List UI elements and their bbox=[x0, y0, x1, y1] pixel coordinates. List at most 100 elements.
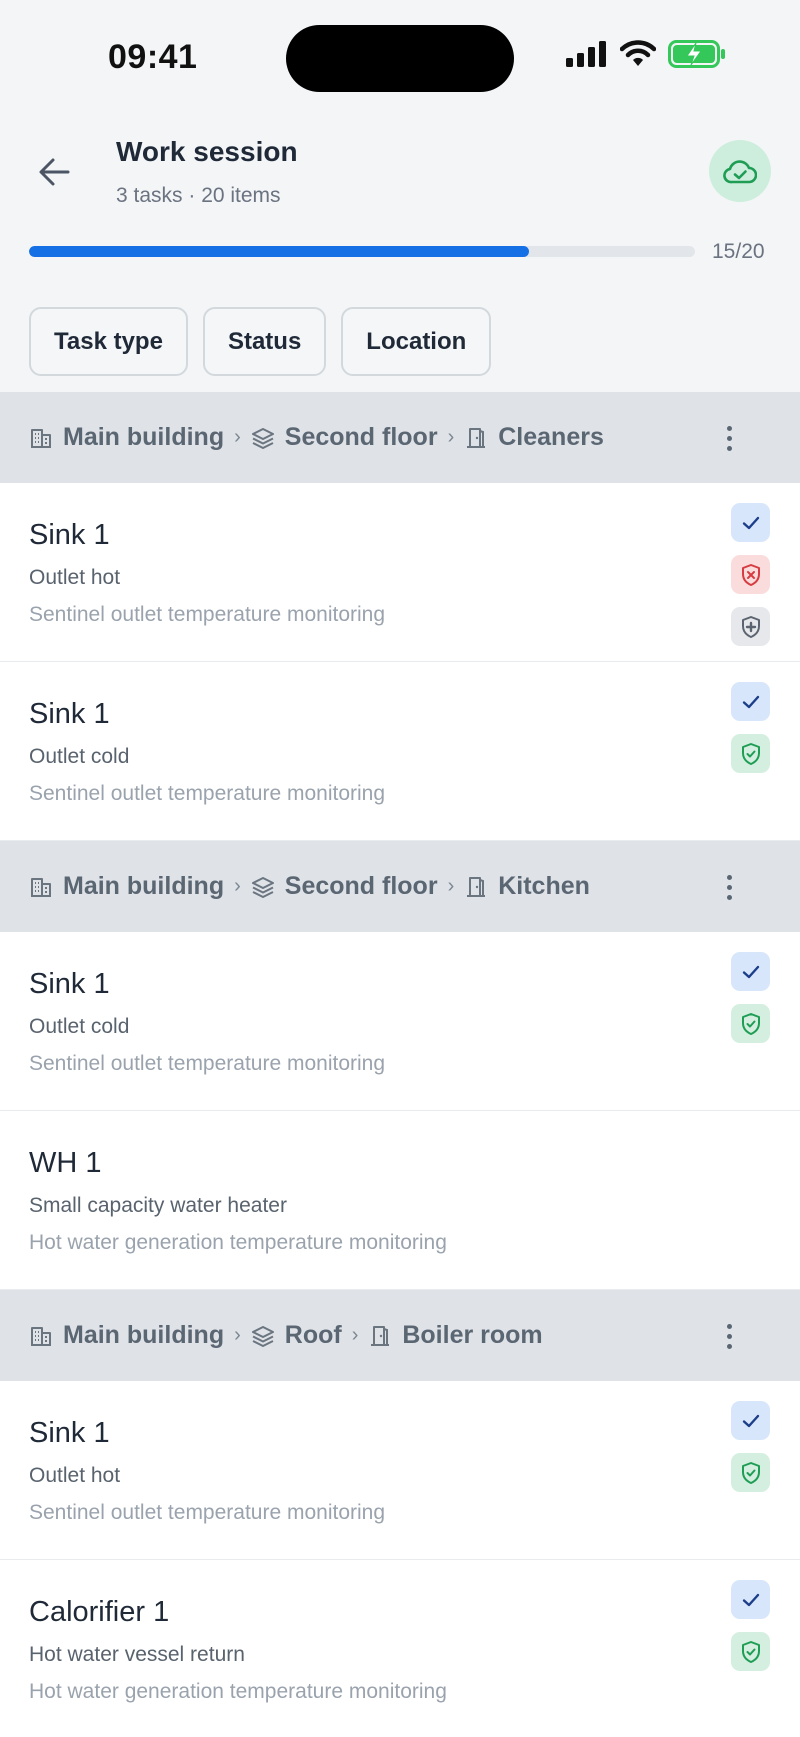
passed-badge[interactable] bbox=[731, 1004, 770, 1043]
status-bar: 09:41 bbox=[0, 0, 800, 118]
shield-check-icon bbox=[740, 1012, 762, 1036]
check-icon bbox=[740, 691, 762, 713]
location-breadcrumb: Main building › Roof › Boiler room bbox=[29, 1321, 543, 1350]
breadcrumb-room: Boiler room bbox=[402, 1321, 543, 1349]
list-item[interactable]: Sink 1 Outlet cold Sentinel outlet tempera… bbox=[0, 932, 800, 1111]
sync-button[interactable] bbox=[709, 140, 771, 202]
passed-badge[interactable] bbox=[731, 1632, 770, 1671]
more-options-button[interactable] bbox=[715, 869, 743, 905]
shield-check-icon bbox=[740, 1640, 762, 1664]
item-name: Sink 1 bbox=[29, 1417, 110, 1449]
checked-badge[interactable] bbox=[731, 1580, 770, 1619]
signal-icon bbox=[566, 41, 608, 72]
breadcrumb-building: Main building bbox=[63, 1321, 225, 1349]
checked-badge[interactable] bbox=[731, 952, 770, 991]
shield-check-icon bbox=[740, 1461, 762, 1485]
layers-icon bbox=[251, 875, 275, 899]
progress-label: 15/20 bbox=[712, 240, 765, 263]
shield-plus-icon bbox=[740, 615, 762, 639]
check-icon bbox=[740, 1410, 762, 1432]
item-name: Sink 1 bbox=[29, 698, 110, 730]
item-task: Sentinel outlet temperature monitoring bbox=[29, 603, 386, 626]
cloud-check-icon bbox=[723, 160, 757, 184]
filter-location[interactable]: Location bbox=[341, 307, 492, 376]
item-name: Sink 1 bbox=[29, 968, 110, 1000]
arrow-left-icon bbox=[39, 158, 70, 186]
breadcrumb-floor: Second floor bbox=[284, 872, 438, 900]
chevron-right-icon: › bbox=[447, 426, 455, 448]
layers-icon bbox=[251, 426, 275, 450]
list-item[interactable]: Sink 1 Outlet hot Sentinel outlet temperat… bbox=[0, 1381, 800, 1560]
item-asset-type: Outlet cold bbox=[29, 745, 130, 768]
breadcrumb-building: Main building bbox=[63, 872, 225, 900]
breadcrumb-room: Cleaners bbox=[498, 423, 604, 451]
status-icons bbox=[566, 40, 726, 73]
clock: 09:41 bbox=[108, 38, 198, 76]
item-task: Hot water generation temperature monitor… bbox=[29, 1680, 447, 1703]
page-title: Work session bbox=[116, 136, 298, 167]
wifi-icon bbox=[619, 40, 657, 73]
item-asset-type: Small capacity water heater bbox=[29, 1194, 287, 1217]
check-icon bbox=[740, 961, 762, 983]
building-icon bbox=[29, 1324, 53, 1348]
item-asset-type: Outlet hot bbox=[29, 566, 121, 589]
location-group-header: Main building › Second floor › Cleaners bbox=[0, 392, 800, 483]
breadcrumb-floor: Roof bbox=[284, 1321, 342, 1349]
breadcrumb-room: Kitchen bbox=[498, 872, 590, 900]
location-breadcrumb: Main building › Second floor › Kitchen bbox=[29, 872, 590, 901]
breadcrumb-building: Main building bbox=[63, 423, 225, 451]
list-item[interactable]: Sink 1 Outlet hot Sentinel outlet temperat… bbox=[0, 483, 800, 662]
status-badges bbox=[731, 1580, 770, 1671]
more-options-button[interactable] bbox=[715, 1318, 743, 1354]
item-task: Sentinel outlet temperature monitoring bbox=[29, 1052, 386, 1075]
item-name: Calorifier 1 bbox=[29, 1596, 170, 1628]
list-item[interactable]: WH 1 Small capacity water heater Hot water… bbox=[0, 1111, 800, 1290]
status-badges bbox=[731, 952, 770, 1043]
status-badges bbox=[731, 503, 770, 646]
layers-icon bbox=[251, 1324, 275, 1348]
item-task: Hot water generation temperature monitor… bbox=[29, 1231, 447, 1254]
location-breadcrumb: Main building › Second floor › Cleaners bbox=[29, 423, 604, 452]
failed-badge[interactable] bbox=[731, 555, 770, 594]
chevron-right-icon: › bbox=[447, 875, 455, 897]
chevron-right-icon: › bbox=[234, 875, 241, 897]
filter-task-type[interactable]: Task type bbox=[29, 307, 188, 376]
list-item[interactable]: Calorifier 1 Hot water vessel return Hot w… bbox=[0, 1560, 800, 1737]
location-group-header: Main building › Roof › Boiler room bbox=[0, 1290, 800, 1381]
passed-badge[interactable] bbox=[731, 1453, 770, 1492]
location-group-header: Main building › Second floor › Kitchen bbox=[0, 841, 800, 932]
shield-x-icon bbox=[740, 563, 762, 587]
items-list: Main building › Second floor › Cleaners Sink … bbox=[0, 392, 800, 1737]
app-header: Work session 3 tasks · 20 items bbox=[0, 118, 800, 228]
item-name: Sink 1 bbox=[29, 519, 110, 551]
status-badges bbox=[731, 682, 770, 773]
chevron-right-icon: › bbox=[234, 1324, 241, 1346]
building-icon bbox=[29, 875, 53, 899]
checked-badge[interactable] bbox=[731, 1401, 770, 1440]
item-task: Sentinel outlet temperature monitoring bbox=[29, 782, 386, 805]
passed-badge[interactable] bbox=[731, 734, 770, 773]
item-asset-type: Outlet hot bbox=[29, 1464, 121, 1487]
more-options-button[interactable] bbox=[715, 420, 743, 456]
check-icon bbox=[740, 1589, 762, 1611]
progress-fill bbox=[29, 246, 529, 257]
door-icon bbox=[464, 426, 488, 450]
check-icon bbox=[740, 512, 762, 534]
battery-charging-icon bbox=[668, 40, 726, 73]
item-name: WH 1 bbox=[29, 1147, 102, 1179]
item-asset-type: Hot water vessel return bbox=[29, 1643, 245, 1666]
status-badges bbox=[731, 1401, 770, 1492]
building-icon bbox=[29, 426, 53, 450]
list-item[interactable]: Sink 1 Outlet cold Sentinel outlet tempera… bbox=[0, 662, 800, 841]
back-button[interactable] bbox=[30, 148, 78, 196]
page-subtitle: 3 tasks · 20 items bbox=[116, 184, 281, 207]
chevron-right-icon: › bbox=[234, 426, 241, 448]
filter-status[interactable]: Status bbox=[202, 307, 327, 376]
breadcrumb-floor: Second floor bbox=[284, 423, 438, 451]
dynamic-island bbox=[286, 25, 514, 92]
pending-badge[interactable] bbox=[731, 607, 770, 646]
door-icon bbox=[464, 875, 488, 899]
checked-badge[interactable] bbox=[731, 503, 770, 542]
item-task: Sentinel outlet temperature monitoring bbox=[29, 1501, 386, 1524]
checked-badge[interactable] bbox=[731, 682, 770, 721]
